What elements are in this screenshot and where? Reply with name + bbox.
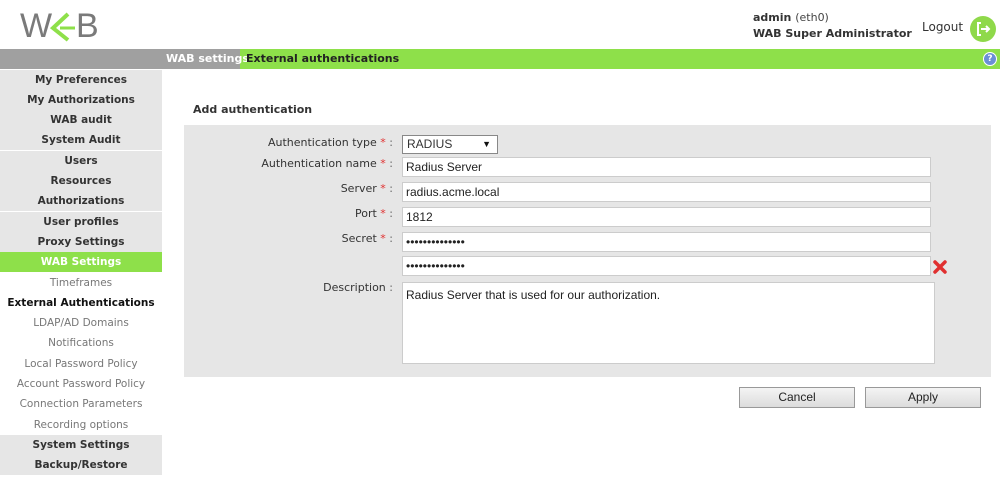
dropdown-arrow-icon: ▼ <box>482 139 491 149</box>
apply-button[interactable]: Apply <box>865 387 981 408</box>
breadcrumb-section[interactable]: WAB settings <box>166 52 249 65</box>
sidebar-item-backup-restore[interactable]: Backup/Restore <box>0 455 162 475</box>
port-input[interactable]: 1812 <box>402 207 931 227</box>
sidebar-item-notifications[interactable]: Notifications <box>0 333 162 353</box>
sidebar-item-account-password-policy[interactable]: Account Password Policy <box>0 374 162 394</box>
sidebar-item-proxy-settings[interactable]: Proxy Settings <box>0 232 162 252</box>
secret-confirm-input[interactable]: •••••••••••••• <box>402 256 931 276</box>
label-colon: : <box>389 232 393 245</box>
required-mark: * <box>380 182 386 195</box>
auth-name-label-text: Authentication name <box>261 157 377 170</box>
description-textarea[interactable]: Radius Server that is used for our autho… <box>402 282 935 364</box>
sidebar-item-user-profiles[interactable]: User profiles <box>0 212 162 232</box>
sidebar-item-my-authorizations[interactable]: My Authorizations <box>0 90 162 110</box>
user-info: admin (eth0) WAB Super Administrator <box>753 10 912 42</box>
sidebar-item-recording-options[interactable]: Recording options <box>0 415 162 435</box>
sidebar-item-wab-settings[interactable]: WAB Settings <box>0 252 162 272</box>
breadcrumb-page: External authentications <box>246 52 400 65</box>
user-role: WAB Super Administrator <box>753 27 912 40</box>
required-mark: * <box>380 232 386 245</box>
logout-arrow-icon <box>977 22 991 36</box>
secret-label: Secret * : <box>342 232 393 245</box>
sidebar: My Preferences My Authorizations WAB aud… <box>0 69 162 495</box>
red-x-icon[interactable] <box>932 259 948 275</box>
required-mark: * <box>380 157 386 170</box>
sidebar-item-external-authentications[interactable]: External Authentications <box>0 293 162 313</box>
add-authentication-form: Authentication type * : RADIUS ▼ Authent… <box>184 125 991 377</box>
sidebar-item-connection-parameters[interactable]: Connection Parameters <box>0 394 162 414</box>
help-icon[interactable]: ? <box>983 52 997 66</box>
port-label-text: Port <box>354 207 377 220</box>
required-mark: * <box>380 136 386 149</box>
cancel-button[interactable]: Cancel <box>739 387 855 408</box>
logout-link[interactable]: Logout <box>922 20 963 34</box>
sidebar-item-authorizations[interactable]: Authorizations <box>0 191 162 211</box>
server-label-text: Server <box>340 182 377 195</box>
label-colon: : <box>389 281 393 294</box>
form-title: Add authentication <box>193 103 313 116</box>
sidebar-item-local-password-policy[interactable]: Local Password Policy <box>0 354 162 374</box>
sidebar-item-system-audit[interactable]: System Audit <box>0 130 162 150</box>
label-colon: : <box>389 136 393 149</box>
auth-type-label-text: Authentication type <box>267 136 377 149</box>
auth-name-input[interactable]: Radius Server <box>402 157 931 177</box>
sidebar-item-users[interactable]: Users <box>0 151 162 171</box>
logout-button[interactable] <box>970 16 996 42</box>
sidebar-item-timeframes[interactable]: Timeframes <box>0 273 162 293</box>
label-colon: : <box>389 157 393 170</box>
header: W B admin (eth0) WAB Super Administrator… <box>0 0 1000 49</box>
auth-type-select[interactable]: RADIUS ▼ <box>402 135 498 154</box>
sidebar-item-ldap-ad-domains[interactable]: LDAP/AD Domains <box>0 313 162 333</box>
sidebar-item-resources[interactable]: Resources <box>0 171 162 191</box>
description-label: Description : <box>323 281 393 294</box>
port-label: Port * : <box>355 207 393 220</box>
secret-input[interactable]: •••••••••••••• <box>402 232 931 252</box>
description-label-text: Description <box>323 281 386 294</box>
wab-logo: W B <box>20 7 99 44</box>
svg-text:B: B <box>76 7 99 44</box>
required-mark: * <box>380 207 386 220</box>
server-input[interactable]: radius.acme.local <box>402 182 931 202</box>
sidebar-item-my-preferences[interactable]: My Preferences <box>0 70 162 90</box>
svg-text:W: W <box>20 7 53 44</box>
sidebar-item-wab-audit[interactable]: WAB audit <box>0 110 162 130</box>
auth-type-label: Authentication type * : <box>268 136 393 149</box>
breadcrumb: WAB settings External authentications ? <box>0 49 1000 69</box>
user-interface: (eth0) <box>795 11 829 24</box>
auth-name-label: Authentication name * : <box>261 157 393 170</box>
sidebar-item-system-settings[interactable]: System Settings <box>0 435 162 455</box>
label-colon: : <box>389 207 393 220</box>
label-colon: : <box>389 182 393 195</box>
user-name: admin <box>753 11 792 24</box>
secret-label-text: Secret <box>341 232 377 245</box>
auth-type-value: RADIUS <box>407 137 453 151</box>
server-label: Server * : <box>341 182 393 195</box>
